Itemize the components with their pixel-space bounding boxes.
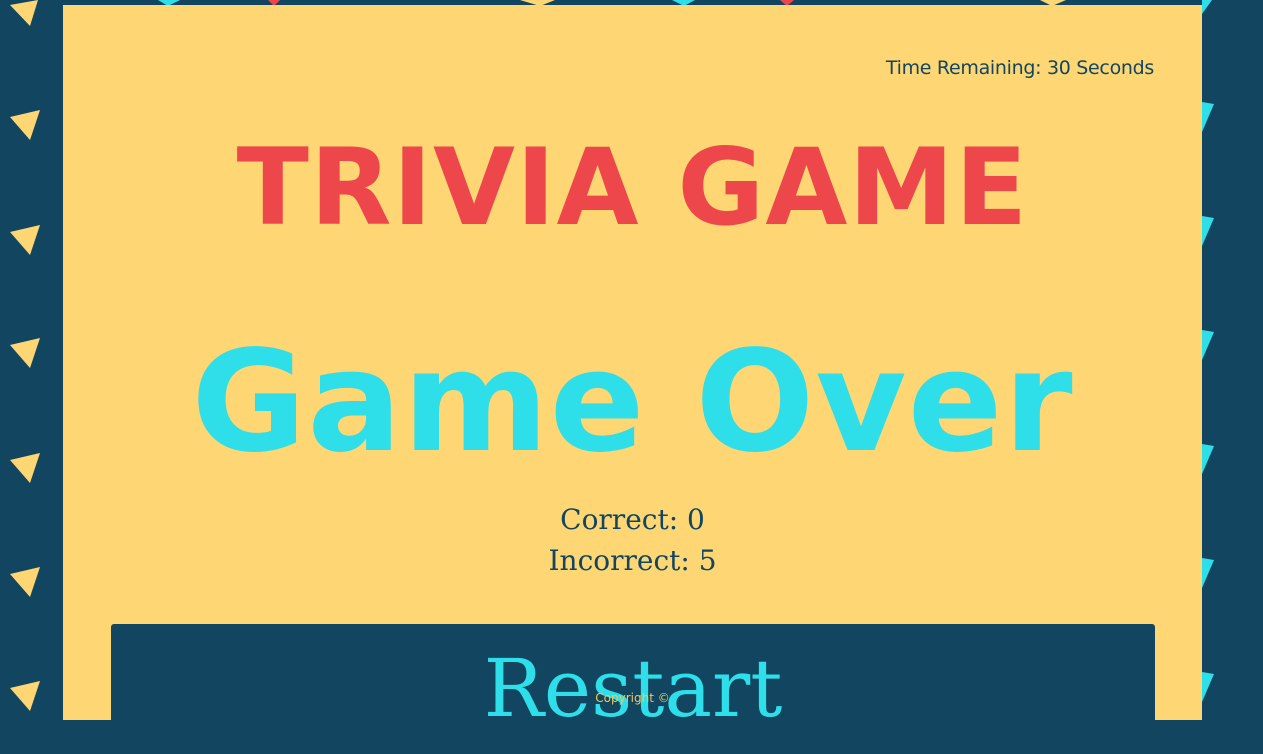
time-remaining: Time Remaining: 30 Seconds <box>885 57 1154 79</box>
restart-button[interactable]: Restart <box>111 624 1155 744</box>
page-title: TRIVIA GAME <box>236 126 1029 249</box>
game-over-heading: Game Over <box>191 321 1074 484</box>
correct-count: Correct: 0 <box>560 503 705 536</box>
left-pennant-decor <box>10 0 40 711</box>
copyright-text: Copyright © <box>595 691 670 705</box>
game-panel: Time Remaining: 30 Seconds TRIVIA GAME G… <box>63 5 1202 744</box>
right-pennant-decor <box>1202 0 1214 702</box>
incorrect-count: Incorrect: 5 <box>548 544 717 577</box>
